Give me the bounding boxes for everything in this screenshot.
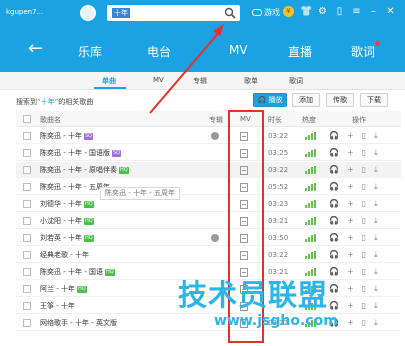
watermark-title: 技术员联盟 xyxy=(178,278,329,312)
watermark-url: www.jsgho.com xyxy=(214,313,338,329)
